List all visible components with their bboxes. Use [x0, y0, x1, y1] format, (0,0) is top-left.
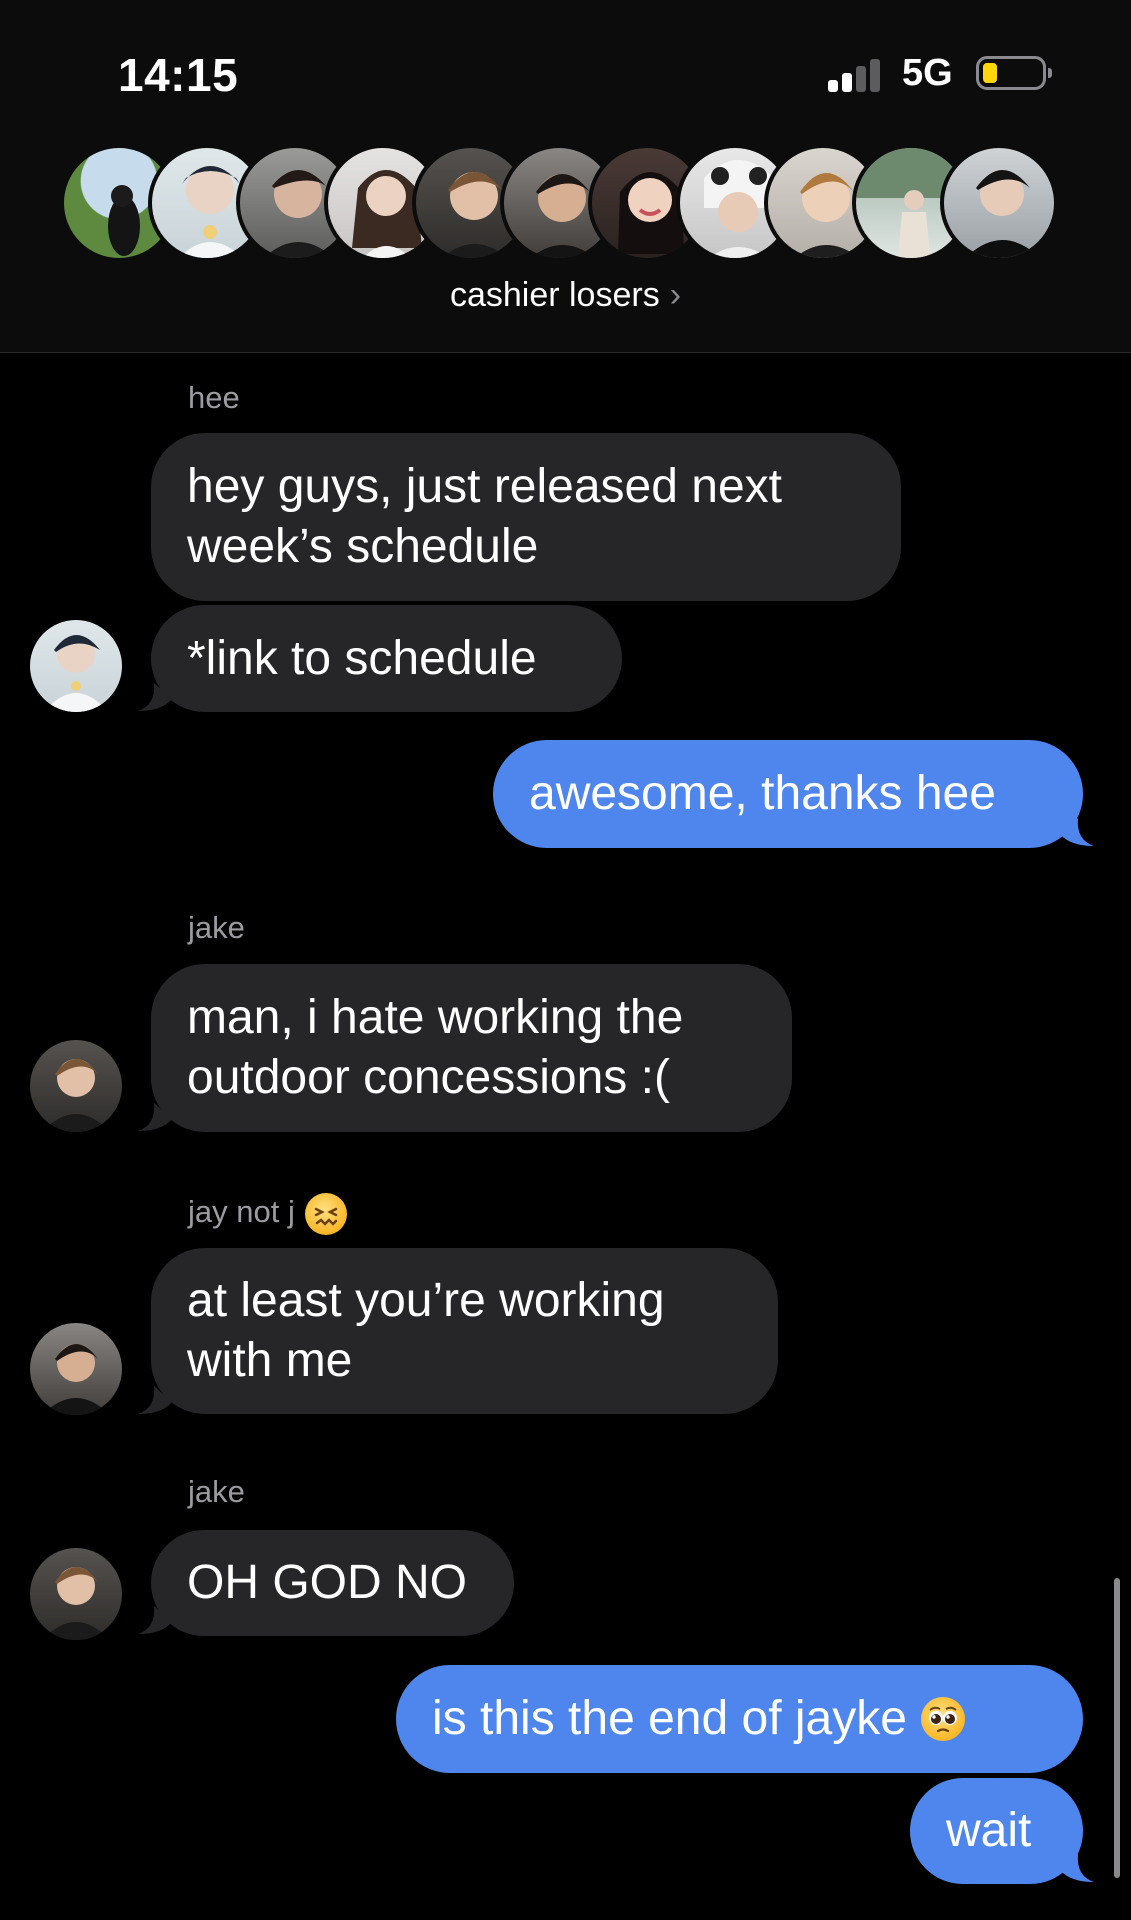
message-text: at least you’re working with me: [187, 1274, 665, 1387]
pleading-face-icon: [920, 1697, 965, 1741]
group-title: cashier losers: [449, 276, 660, 314]
avatar[interactable]: [30, 1323, 122, 1415]
bubble-tail: [1060, 818, 1094, 846]
bubble-tail: [138, 1606, 172, 1634]
battery-icon: [976, 56, 1052, 90]
sender-label: jay not j: [188, 1194, 295, 1230]
message-bubble[interactable]: *link to schedule: [151, 605, 622, 712]
sender-name: hee: [188, 380, 240, 415]
bubble-tail: [138, 1386, 172, 1414]
message-text: OH GOD NO: [187, 1556, 468, 1609]
message-text: is this the end of jayke: [432, 1692, 907, 1745]
confounded-face-icon: [304, 1193, 347, 1235]
message-bubble[interactable]: hey guys, just released next week’s sche…: [151, 433, 901, 601]
network-type: 5G: [902, 52, 953, 94]
chevron-right-icon: ›: [669, 276, 682, 314]
message-text: hey guys, just released next week’s sche…: [187, 460, 783, 573]
bubble-tail: [1060, 1854, 1094, 1882]
message-bubble[interactable]: man, i hate working the outdoor concessi…: [151, 964, 792, 1132]
conversation-header: 14:15 5G cashier losers ›: [0, 0, 1131, 353]
message-bubble[interactable]: is this the end of jayke: [396, 1665, 1083, 1773]
group-title-button[interactable]: cashier losers ›: [0, 276, 1131, 315]
avatar: [940, 144, 1058, 262]
sender-name: jake: [188, 1474, 245, 1509]
sender-name: jake: [188, 910, 245, 945]
status-bar: 14:15 5G: [0, 0, 1131, 150]
cellular-signal-icon: [828, 58, 884, 92]
message-text: *link to schedule: [187, 631, 537, 685]
messages-screen: 14:15 5G cashier losers › hee hey guys, …: [0, 0, 1131, 1920]
message-text: wait: [946, 1804, 1032, 1857]
bubble-tail: [138, 1103, 172, 1131]
message-bubble[interactable]: awesome, thanks hee: [493, 740, 1083, 848]
bubble-tail: [138, 683, 172, 711]
sender-name: jay not j: [188, 1193, 347, 1235]
scrollbar[interactable]: [1114, 1578, 1120, 1878]
message-bubble[interactable]: at least you’re working with me: [151, 1248, 778, 1414]
message-text: man, i hate working the outdoor concessi…: [187, 991, 684, 1104]
message-bubble[interactable]: OH GOD NO: [151, 1530, 514, 1636]
message-text: awesome, thanks hee: [529, 767, 996, 820]
avatar[interactable]: [30, 620, 122, 712]
status-time: 14:15: [118, 49, 239, 101]
avatar[interactable]: [30, 1040, 122, 1132]
avatar[interactable]: [30, 1548, 122, 1640]
group-avatars[interactable]: [60, 144, 1076, 268]
